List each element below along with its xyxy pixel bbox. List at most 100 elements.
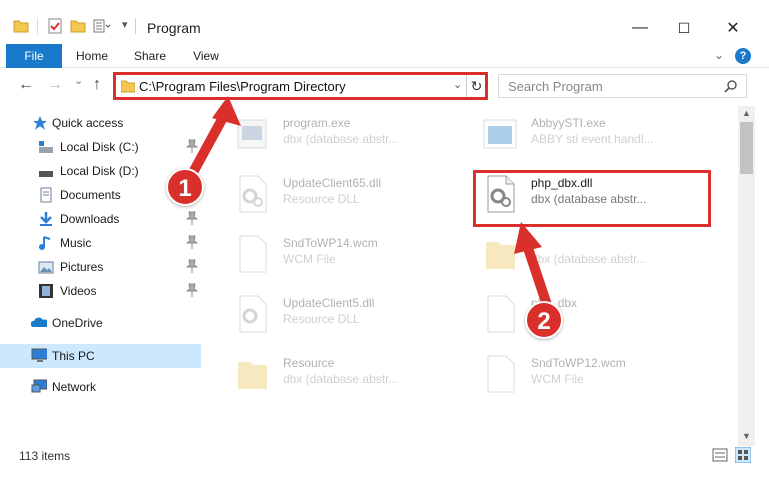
exe-icon <box>237 119 267 149</box>
sidebar-item-label: Documents <box>60 188 121 202</box>
recent-locations-button[interactable]: ⌄ <box>74 74 83 87</box>
file-item[interactable]: SndToWP14.wcm WCM File <box>220 228 460 278</box>
forward-button[interactable]: → <box>47 76 63 94</box>
file-description: dbx (database abstr... <box>283 132 399 146</box>
status-bar: 113 items <box>0 446 769 477</box>
expand-ribbon-icon[interactable]: ⌄ <box>714 48 724 62</box>
customize-toolbar-icon[interactable] <box>93 18 111 34</box>
chevron-down-icon[interactable]: ⌄ <box>453 78 462 91</box>
tab-home[interactable]: Home <box>70 44 114 68</box>
sidebar-item-label: Music <box>60 236 92 250</box>
title-bar: ▾ Program — ☐ ✕ <box>0 0 769 44</box>
pin-icon[interactable] <box>186 235 198 249</box>
file-description: Resource DLL <box>283 312 360 326</box>
music-icon <box>39 236 51 250</box>
sidebar-item-local-disk-c[interactable]: Local Disk (C:) <box>0 136 201 158</box>
sidebar-item-label: This PC <box>52 349 95 363</box>
file-description: WCM File <box>531 372 584 386</box>
minimize-button[interactable]: — <box>617 13 663 43</box>
file-icon <box>239 235 267 273</box>
item-count: 113 items <box>19 449 71 463</box>
star-icon <box>33 116 47 130</box>
network-icon <box>31 379 47 393</box>
sidebar-item-this-pc[interactable]: This PC <box>0 344 201 368</box>
highlight-box <box>473 170 711 227</box>
sidebar-item-label: Quick access <box>52 116 124 130</box>
sidebar-item-music[interactable]: Music <box>0 232 201 254</box>
address-path[interactable]: C:\Program Files\Program Directory <box>139 79 346 94</box>
file-name: SndToWP14.wcm <box>283 236 378 250</box>
file-description: WCM File <box>283 252 336 266</box>
file-item[interactable]: SndToWP12.wcm WCM File <box>468 348 708 398</box>
file-name: UpdateClient5.dll <box>283 296 375 310</box>
search-icon[interactable] <box>724 79 738 93</box>
scroll-up-icon[interactable]: ▲ <box>742 108 751 118</box>
close-button[interactable]: ✕ <box>710 13 756 43</box>
chevron-down-icon[interactable]: ▾ <box>122 18 128 31</box>
file-name: AbbyySTI.exe <box>531 116 606 130</box>
search-input[interactable]: Search Program <box>508 79 603 94</box>
file-item[interactable]: AbbyySTI.exe ABBY sti event handl... <box>468 108 708 158</box>
downloads-icon <box>40 212 52 226</box>
sidebar-item-videos[interactable]: Videos <box>0 280 201 302</box>
file-item[interactable]: UpdateClient5.dll Resource DLL <box>220 288 460 338</box>
pin-icon[interactable] <box>186 259 198 273</box>
file-description: dbx (database abstr... <box>283 372 399 386</box>
sidebar-item-label: Network <box>52 380 97 394</box>
pictures-icon <box>38 261 54 274</box>
file-item[interactable]: Resource dbx (database abstr... <box>220 348 460 398</box>
file-description: ABBY sti event handl... <box>531 132 654 146</box>
up-button[interactable]: ↑ <box>93 76 101 94</box>
properties-icon[interactable] <box>47 18 63 34</box>
sidebar-item-network[interactable]: Network <box>0 376 201 398</box>
dll-gear-icon <box>239 295 267 333</box>
maximize-button[interactable]: ☐ <box>661 13 707 43</box>
onedrive-icon <box>31 317 47 327</box>
sidebar-item-label: Local Disk (C:) <box>60 140 139 154</box>
pin-icon[interactable] <box>186 139 198 153</box>
details-view-icon[interactable] <box>712 447 728 463</box>
refresh-button[interactable]: ↻ <box>466 75 486 97</box>
new-folder-icon[interactable] <box>70 18 86 34</box>
file-item[interactable]: program.exe dbx (database abstr... <box>220 108 460 158</box>
vertical-scrollbar[interactable]: ▲ ▼ <box>738 106 755 446</box>
address-bar[interactable]: C:\Program Files\Program Directory ⌄ ↻ <box>113 72 488 100</box>
sidebar-item-pictures[interactable]: Pictures <box>0 256 201 278</box>
file-item[interactable]: UpdateClient65.dll Resource DLL <box>220 168 460 218</box>
pin-icon[interactable] <box>186 283 198 297</box>
file-item[interactable]: php_dbx <box>468 288 708 338</box>
tab-file[interactable]: File <box>6 44 62 68</box>
scroll-down-icon[interactable]: ▼ <box>742 431 751 441</box>
search-box[interactable]: Search Program <box>498 74 747 98</box>
file-description: dbx (database abstr... <box>531 252 647 266</box>
file-icon <box>487 355 515 393</box>
tab-view[interactable]: View <box>184 44 228 68</box>
sidebar-item-label: Downloads <box>60 212 120 226</box>
file-item[interactable]: dbx (database abstr... <box>468 228 708 278</box>
this-pc-icon <box>31 348 47 362</box>
drive-icon <box>39 171 53 177</box>
folder-icon <box>238 362 267 389</box>
scrollbar-thumb[interactable] <box>740 122 753 174</box>
file-name: program.exe <box>283 116 351 130</box>
file-name: UpdateClient65.dll <box>283 176 382 190</box>
documents-icon <box>40 187 52 203</box>
dll-gear-icon <box>239 175 267 213</box>
divider <box>135 18 136 34</box>
tab-share[interactable]: Share <box>128 44 172 68</box>
navigation-pane: Quick access Local Disk (C:) Local Disk … <box>0 106 201 446</box>
file-list: program.exe dbx (database abstr... Abbyy… <box>210 106 738 446</box>
drive-icon <box>39 141 53 153</box>
file-name: SndToWP12.wcm <box>531 356 626 370</box>
videos-icon <box>39 284 53 298</box>
sidebar-item-label: OneDrive <box>52 316 103 330</box>
folder-icon[interactable] <box>13 18 29 34</box>
pin-icon[interactable] <box>186 211 198 225</box>
large-icons-view-icon[interactable] <box>735 447 751 463</box>
sidebar-item-onedrive[interactable]: OneDrive <box>0 312 201 334</box>
sidebar-item-downloads[interactable]: Downloads <box>0 208 201 230</box>
back-button[interactable]: ← <box>18 76 34 94</box>
divider <box>37 18 38 34</box>
help-icon[interactable]: ? <box>735 48 751 64</box>
sidebar-item-quick-access[interactable]: Quick access <box>0 112 201 134</box>
